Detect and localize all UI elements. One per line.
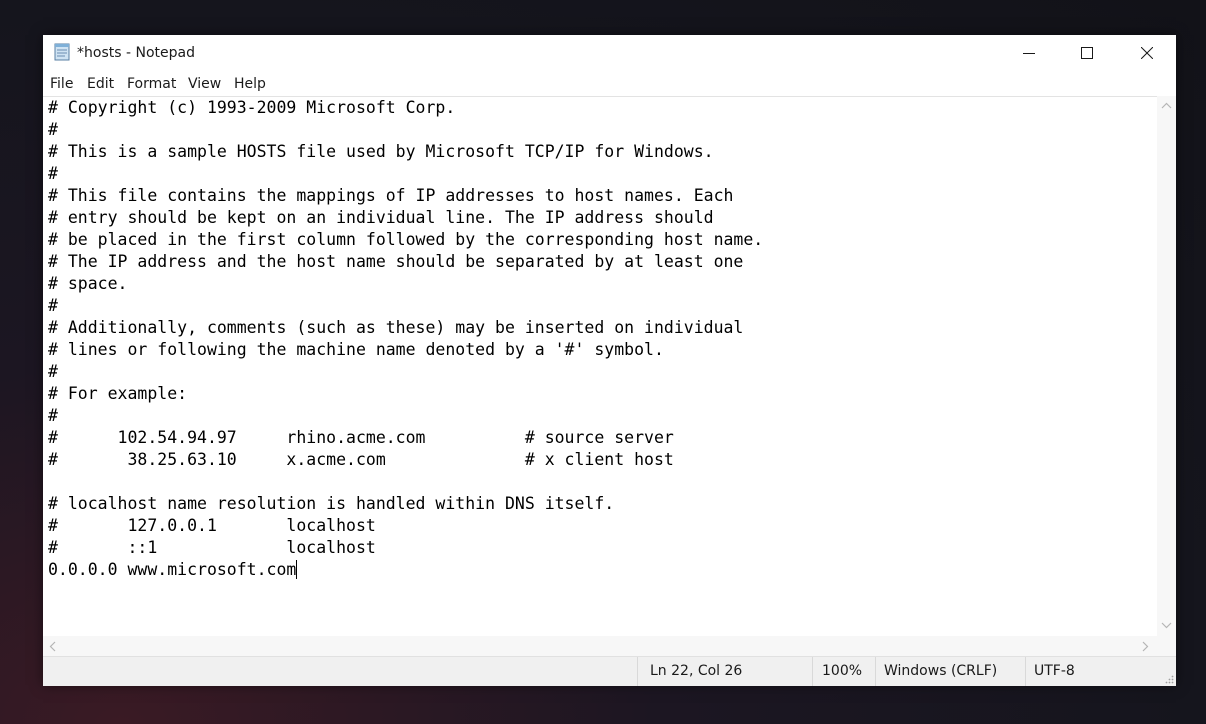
menu-help[interactable]: Help [234, 76, 266, 92]
close-icon [1141, 47, 1153, 59]
maximize-button[interactable] [1058, 35, 1116, 71]
minimize-icon [1023, 53, 1035, 54]
status-bar: Ln 22, Col 26 100% Windows (CRLF) UTF-8 [43, 656, 1176, 686]
status-separator [812, 657, 813, 686]
menu-edit[interactable]: Edit [87, 76, 114, 92]
minimize-button[interactable] [1000, 35, 1058, 71]
window-title: *hosts - Notepad [77, 45, 195, 61]
title-bar[interactable]: *hosts - Notepad [43, 35, 1176, 71]
maximize-icon [1081, 47, 1093, 59]
status-separator [637, 657, 638, 686]
text-caret [296, 560, 298, 579]
scroll-down-icon[interactable] [1161, 621, 1172, 629]
notepad-window: *hosts - Notepad File Edit Format View H… [43, 35, 1176, 686]
menu-file[interactable]: File [50, 76, 73, 92]
text-editor[interactable]: # Copyright (c) 1993-2009 Microsoft Corp… [43, 96, 1157, 637]
menu-view[interactable]: View [188, 76, 221, 92]
scroll-left-icon[interactable] [49, 641, 57, 652]
status-cursor-position: Ln 22, Col 26 [650, 663, 743, 679]
menu-bar: File Edit Format View Help [43, 72, 1176, 96]
notepad-icon [54, 43, 70, 61]
editor-content: # Copyright (c) 1993-2009 Microsoft Corp… [48, 98, 764, 579]
status-encoding: UTF-8 [1034, 663, 1075, 679]
vertical-scrollbar[interactable] [1157, 96, 1176, 636]
editor-text[interactable]: # Copyright (c) 1993-2009 Microsoft Corp… [48, 97, 763, 581]
status-zoom: 100% [822, 663, 863, 679]
menu-format[interactable]: Format [127, 76, 176, 92]
status-separator [875, 657, 876, 686]
close-button[interactable] [1118, 35, 1176, 71]
status-line-ending: Windows (CRLF) [884, 663, 998, 679]
resize-grip-icon[interactable] [1164, 674, 1174, 684]
scrollbar-corner [1157, 636, 1176, 656]
status-separator [1025, 657, 1026, 686]
horizontal-scrollbar[interactable] [43, 636, 1157, 656]
scroll-right-icon[interactable] [1141, 641, 1149, 652]
scroll-up-icon[interactable] [1161, 102, 1172, 110]
